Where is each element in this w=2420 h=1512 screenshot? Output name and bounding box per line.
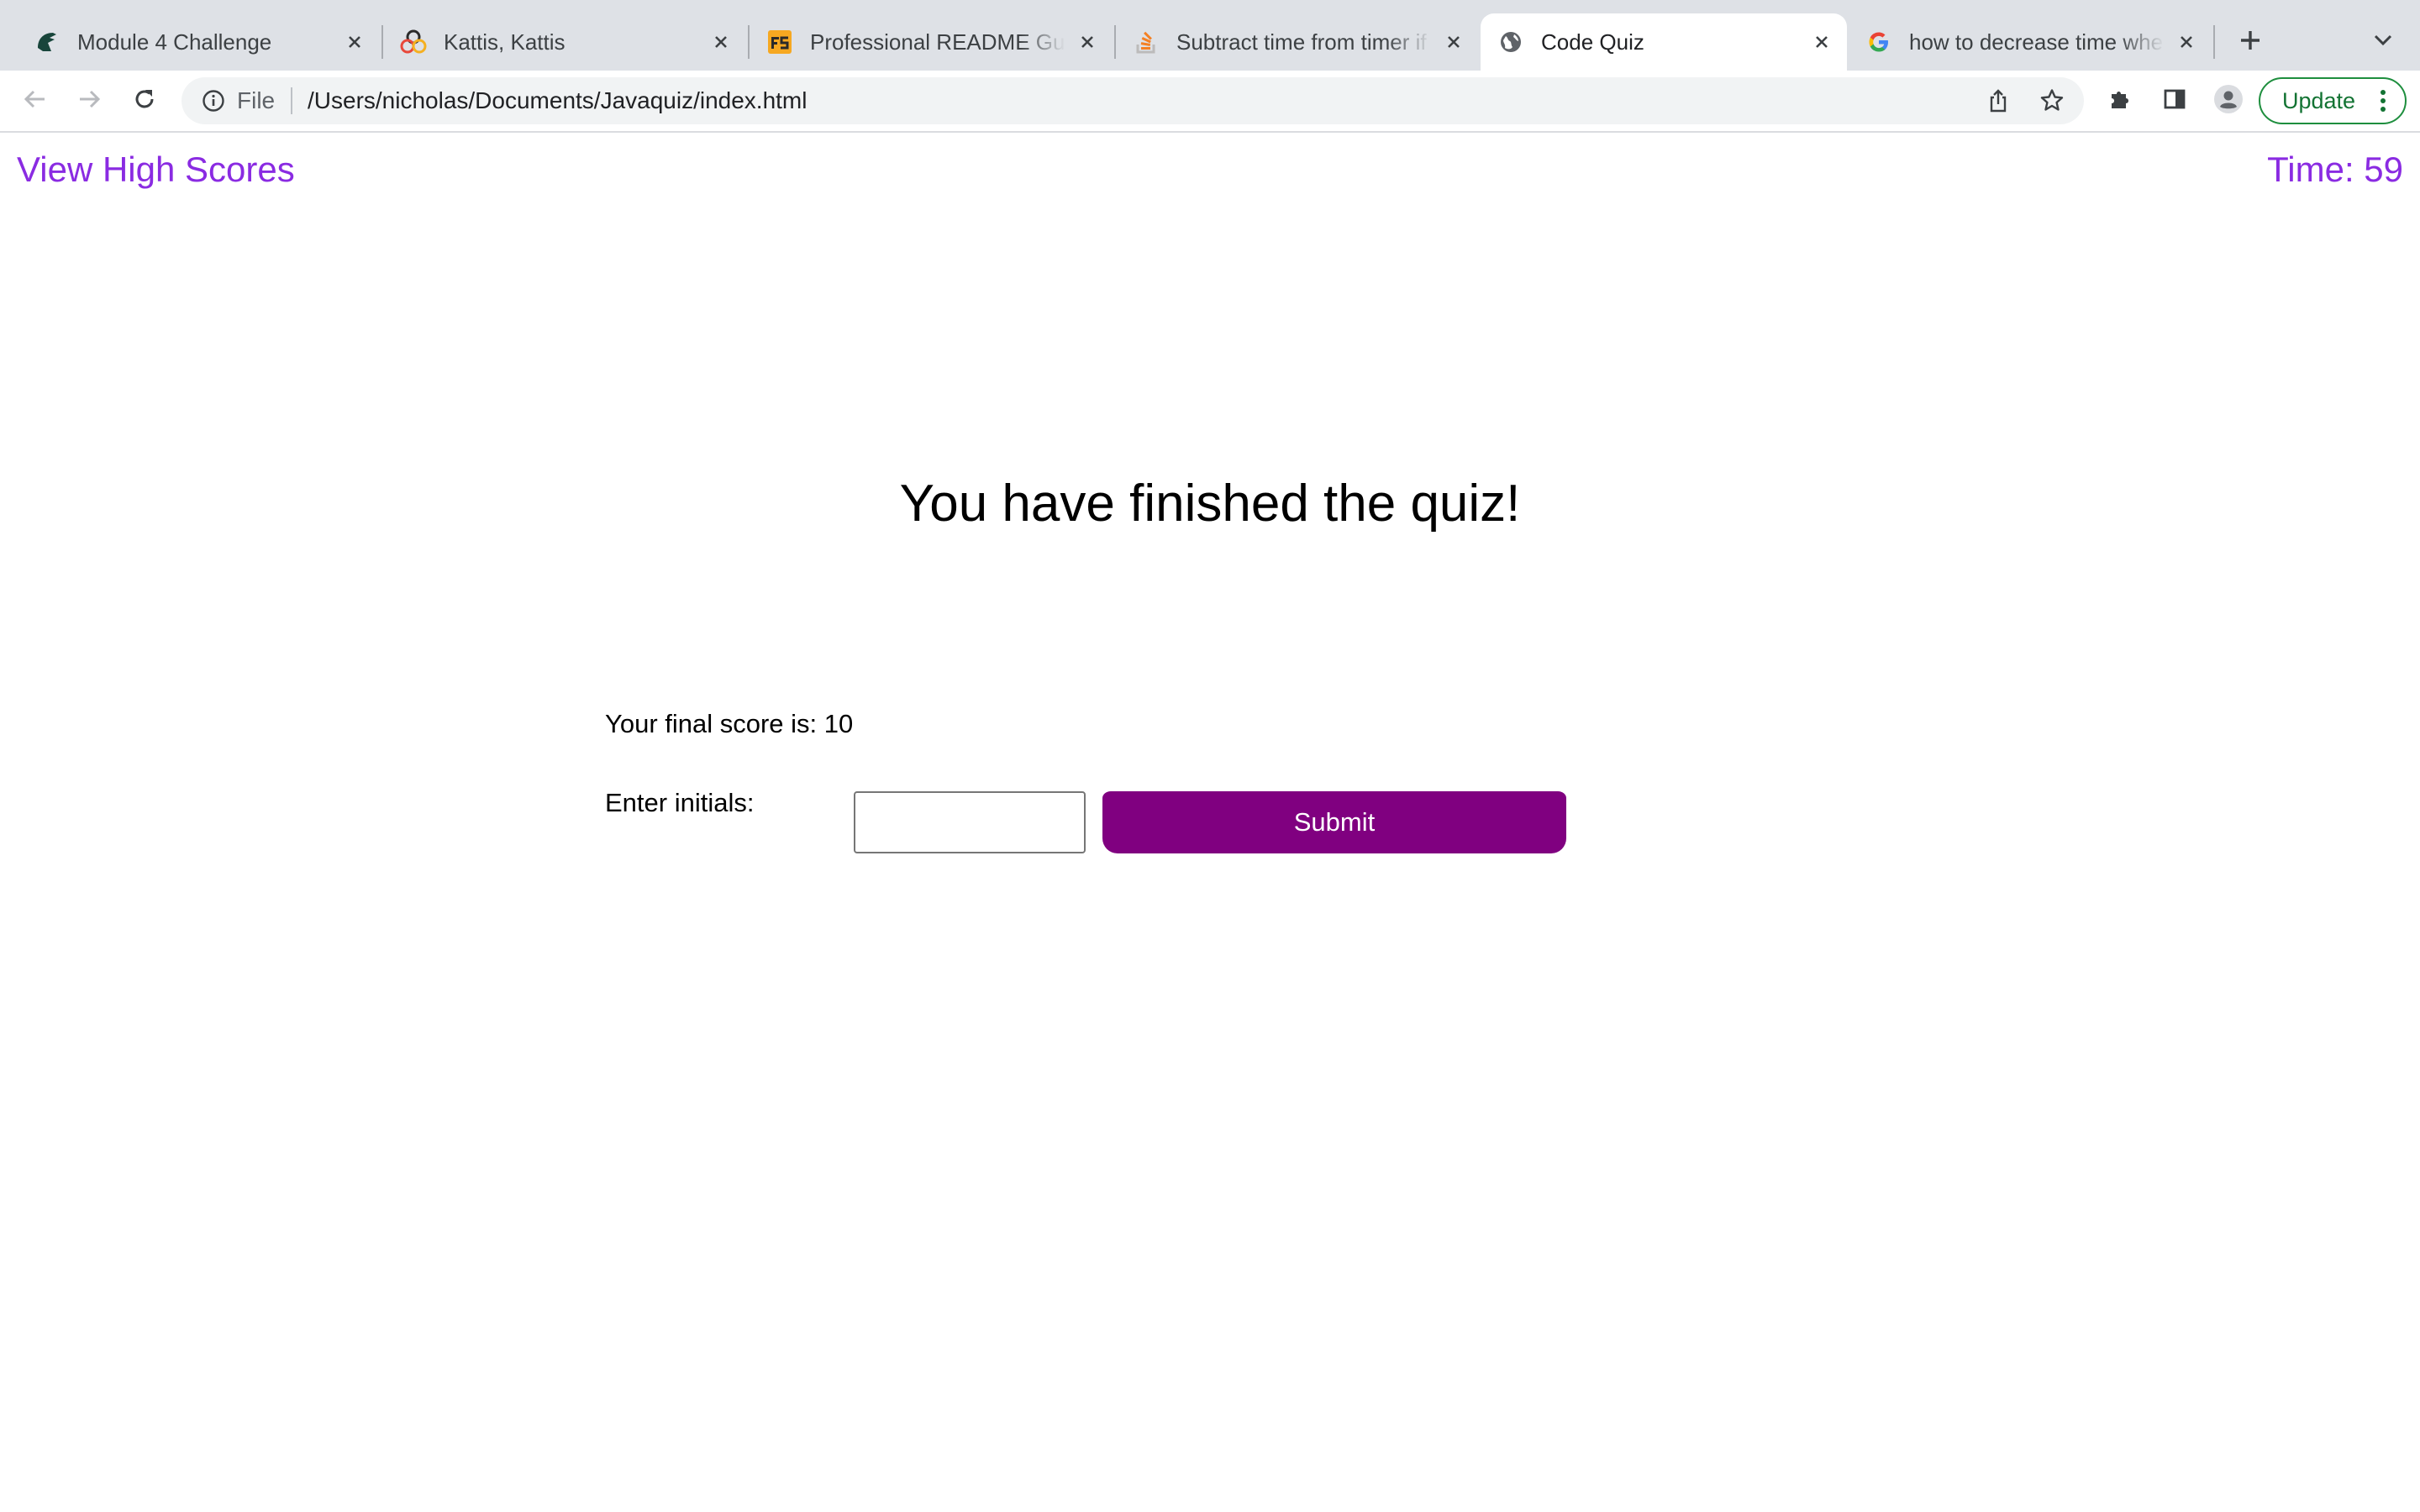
tab-title: Module 4 Challenge — [77, 29, 272, 55]
close-icon[interactable] — [1439, 27, 1469, 57]
reload-button[interactable] — [126, 82, 163, 119]
new-tab-button[interactable] — [2232, 24, 2269, 60]
page-title: You have finished the quiz! — [899, 475, 1521, 533]
arrow-right-icon — [76, 86, 103, 117]
address-divider — [291, 87, 292, 114]
update-label: Update — [2282, 87, 2356, 113]
tab-search-button[interactable] — [2365, 24, 2402, 60]
bookmark-star-icon[interactable] — [2037, 86, 2067, 116]
tab-title: how to decrease time when — [1909, 29, 2165, 55]
plus-icon — [2238, 29, 2262, 56]
close-icon[interactable] — [339, 27, 370, 57]
fs-logo-icon — [766, 29, 793, 55]
more-vertical-icon[interactable] — [2375, 86, 2391, 116]
tab-kattis[interactable]: Kattis, Kattis — [383, 13, 746, 71]
address-bar[interactable]: File /Users/nicholas/Documents/Javaquiz/… — [182, 77, 2084, 124]
back-button[interactable] — [17, 82, 54, 119]
close-icon[interactable] — [2171, 27, 2202, 57]
tab-title: Code Quiz — [1541, 29, 1644, 55]
info-icon[interactable] — [198, 86, 229, 116]
profile-button[interactable] — [2210, 82, 2247, 119]
extensions-button[interactable] — [2102, 82, 2139, 119]
close-icon[interactable] — [706, 27, 736, 57]
reload-icon — [131, 86, 158, 117]
share-icon[interactable] — [1983, 86, 2013, 116]
side-panel-icon — [2162, 87, 2187, 116]
avatar-icon — [2213, 84, 2244, 118]
timer-display: Time: 59 — [2267, 150, 2403, 189]
page-content: View High Scores Time: 59 You have finis… — [0, 133, 2420, 1512]
globe-icon — [1497, 29, 1524, 55]
update-button[interactable]: Update — [2259, 77, 2407, 124]
google-icon — [1865, 29, 1892, 55]
tab-title: Subtract time from timer if — [1176, 29, 1427, 55]
url-text[interactable]: /Users/nicholas/Documents/Javaquiz/index… — [308, 77, 807, 124]
forward-button[interactable] — [71, 82, 108, 119]
close-icon[interactable] — [1072, 27, 1102, 57]
close-icon[interactable] — [1807, 27, 1837, 57]
puzzle-icon — [2107, 86, 2134, 117]
scheme-label: File — [237, 87, 276, 113]
tab-module-4-challenge[interactable]: Module 4 Challenge — [17, 13, 380, 71]
initials-label: Enter initials: — [605, 788, 755, 817]
tab-title: Kattis, Kattis — [444, 29, 566, 55]
stackoverflow-icon — [1133, 29, 1160, 55]
kattis-logo-icon — [400, 29, 427, 55]
tab-subtract-time[interactable]: Subtract time from timer if — [1116, 13, 1479, 71]
chevron-down-icon — [2373, 34, 2393, 51]
view-high-scores-link[interactable]: View High Scores — [17, 150, 295, 190]
tab-code-quiz[interactable]: Code Quiz — [1481, 13, 1847, 71]
browser-toolbar: File /Users/nicholas/Documents/Javaquiz/… — [0, 71, 2420, 133]
submit-button[interactable]: Submit — [1102, 791, 1566, 853]
tab-google-search[interactable]: how to decrease time when — [1849, 13, 2212, 71]
arrow-left-icon — [22, 86, 49, 117]
side-panel-button[interactable] — [2156, 82, 2193, 119]
spartan-helmet-icon — [34, 29, 60, 55]
tab-title: Professional README Guide — [810, 29, 1065, 55]
tab-professional-readme-guide[interactable]: Professional README Guide — [750, 13, 1113, 71]
tab-divider — [2213, 25, 2215, 59]
browser-tab-strip: Module 4 Challenge Kattis, Kattis Profes… — [0, 0, 2420, 71]
final-score-text: Your final score is: 10 — [605, 709, 854, 738]
initials-input[interactable] — [854, 791, 1086, 853]
